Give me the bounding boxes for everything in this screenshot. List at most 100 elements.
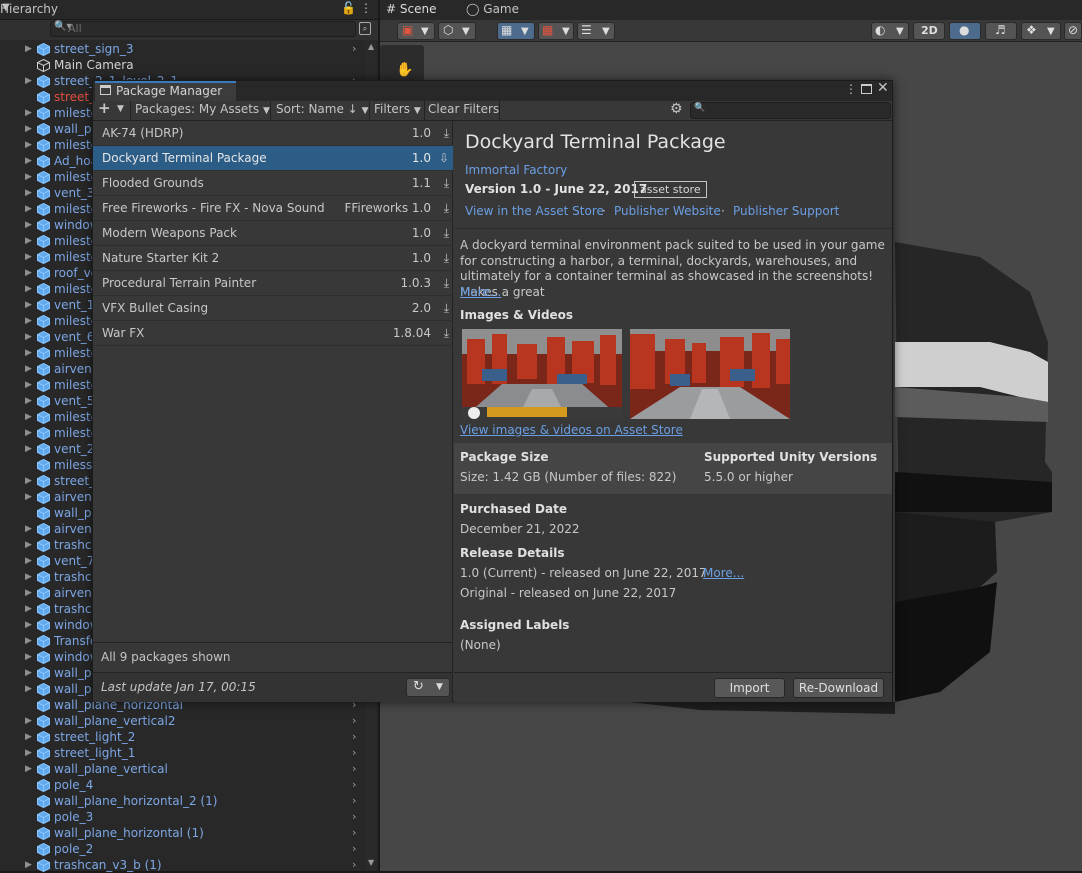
publisher-support-link[interactable]: Publisher Support	[733, 204, 839, 218]
expand-arrow-icon[interactable]: ▶	[25, 761, 32, 777]
expand-arrow-icon[interactable]: ▶	[25, 665, 32, 681]
package-list-item[interactable]: AK-74 (HDRP) 1.0 ⤓	[93, 121, 453, 146]
expand-arrow-icon[interactable]: ▶	[25, 617, 32, 633]
screenshot-thumbnail-1[interactable]	[462, 329, 622, 419]
gear-icon[interactable]: ⚙	[670, 101, 683, 117]
package-list-item[interactable]: Nature Starter Kit 2 1.0 ⤓	[93, 246, 453, 271]
filters-dropdown[interactable]: Filters ▼	[374, 102, 421, 116]
package-list-item[interactable]: Free Fireworks - Fire FX - Nova Sound FFi…	[93, 196, 453, 221]
hierarchy-item[interactable]: Main Camera	[0, 57, 370, 73]
package-list-item[interactable]: Dockyard Terminal Package 1.0 ⇩	[93, 146, 453, 171]
view-images-link[interactable]: View images & videos on Asset Store	[460, 423, 683, 437]
expand-arrow-icon[interactable]: ▶	[25, 329, 32, 345]
expand-arrow-icon[interactable]: ▶	[25, 345, 32, 361]
expand-arrow-icon[interactable]: ▶	[25, 73, 32, 89]
sort-dropdown[interactable]: Sort: Name ↓ ▼	[276, 102, 368, 116]
expand-arrow-icon[interactable]: ▶	[25, 105, 32, 121]
packages-dropdown[interactable]: Packages: My Assets ▼	[135, 102, 270, 116]
expand-arrow-icon[interactable]: ▶	[25, 713, 32, 729]
expand-arrow-icon[interactable]: ▶	[25, 377, 32, 393]
search-filter-icon[interactable]: ⌕	[359, 22, 371, 35]
chevron-down-icon[interactable]: ▼	[117, 104, 124, 114]
expand-arrow-icon[interactable]: ▶	[25, 137, 32, 153]
pm-search-input[interactable]	[690, 102, 891, 119]
create-dropdown-icon[interactable]: ▼	[2, 2, 10, 13]
expand-arrow-icon[interactable]: ▶	[25, 553, 32, 569]
release-more-link[interactable]: More...	[703, 566, 744, 580]
expand-arrow-icon[interactable]: ▶	[25, 233, 32, 249]
chevron-right-icon[interactable]: ›	[352, 793, 356, 809]
view-in-asset-store-link[interactable]: View in the Asset Store	[465, 204, 604, 218]
scroll-down-icon[interactable]: ▼	[368, 858, 374, 867]
expand-arrow-icon[interactable]: ▶	[25, 521, 32, 537]
package-list-item[interactable]: Flooded Grounds 1.1 ⤓	[93, 171, 453, 196]
expand-arrow-icon[interactable]: ▶	[25, 569, 32, 585]
add-package-button[interactable]: +	[98, 99, 111, 117]
hierarchy-search-input[interactable]	[50, 21, 356, 37]
hierarchy-item[interactable]: ▶ street_light_2 ›	[0, 729, 370, 745]
hierarchy-item[interactable]: ▶ street_sign_3 ›	[0, 41, 370, 57]
redownload-button[interactable]: Re-Download	[793, 678, 884, 698]
chevron-right-icon[interactable]: ›	[352, 713, 356, 729]
expand-arrow-icon[interactable]: ▶	[25, 265, 32, 281]
expand-arrow-icon[interactable]: ▶	[25, 633, 32, 649]
chevron-down-icon[interactable]: ▼	[436, 682, 443, 692]
expand-arrow-icon[interactable]: ▶	[25, 153, 32, 169]
hierarchy-item[interactable]: ▶ wall_plane_vertical2 ›	[0, 713, 370, 729]
package-list-item[interactable]: War FX 1.8.04 ⤓	[93, 321, 453, 346]
hierarchy-item[interactable]: wall_plane_horizontal_2 (1) ›	[0, 793, 370, 809]
expand-arrow-icon[interactable]: ▶	[25, 313, 32, 329]
hierarchy-item[interactable]: pole_4 ›	[0, 777, 370, 793]
screenshot-thumbnail-2[interactable]	[630, 329, 790, 419]
more-options-icon[interactable]: ⋮	[360, 1, 372, 15]
expand-arrow-icon[interactable]: ▶	[25, 217, 32, 233]
expand-arrow-icon[interactable]: ▶	[25, 489, 32, 505]
publisher-link[interactable]: Immortal Factory	[465, 163, 567, 177]
hierarchy-item[interactable]: ▶ wall_plane_vertical ›	[0, 761, 370, 777]
package-list-item[interactable]: VFX Bullet Casing 2.0 ⤓	[93, 296, 453, 321]
more-options-icon[interactable]: ⋮	[845, 82, 857, 96]
clear-filters-button[interactable]: Clear Filters	[428, 102, 499, 116]
hand-tool-icon[interactable]: ✋	[396, 62, 413, 78]
expand-arrow-icon[interactable]: ▶	[25, 585, 32, 601]
expand-arrow-icon[interactable]: ▶	[25, 729, 32, 745]
maximize-icon[interactable]	[861, 84, 872, 94]
expand-arrow-icon[interactable]: ▶	[25, 681, 32, 697]
chevron-right-icon[interactable]: ›	[352, 841, 356, 857]
lock-icon[interactable]: 🔓	[341, 1, 356, 15]
expand-arrow-icon[interactable]: ▶	[25, 537, 32, 553]
hierarchy-item[interactable]: pole_3 ›	[0, 809, 370, 825]
expand-arrow-icon[interactable]: ▶	[25, 745, 32, 761]
expand-arrow-icon[interactable]: ▶	[25, 361, 32, 377]
expand-arrow-icon[interactable]: ▶	[25, 297, 32, 313]
chevron-right-icon[interactable]: ›	[352, 41, 356, 57]
expand-arrow-icon[interactable]: ▶	[25, 185, 32, 201]
package-list-item[interactable]: Modern Weapons Pack 1.0 ⤓	[93, 221, 453, 246]
chevron-right-icon[interactable]: ›	[352, 809, 356, 825]
expand-arrow-icon[interactable]: ▶	[25, 121, 32, 137]
expand-arrow-icon[interactable]: ▶	[25, 41, 32, 57]
scroll-up-icon[interactable]: ▲	[368, 42, 374, 51]
import-button[interactable]: Import	[714, 678, 785, 698]
package-list-item[interactable]: Procedural Terrain Painter 1.0.3 ⤓	[93, 271, 453, 296]
chevron-right-icon[interactable]: ›	[352, 745, 356, 761]
expand-arrow-icon[interactable]: ▶	[25, 409, 32, 425]
chevron-right-icon[interactable]: ›	[352, 761, 356, 777]
expand-arrow-icon[interactable]: ▶	[25, 281, 32, 297]
expand-arrow-icon[interactable]: ▶	[25, 441, 32, 457]
chevron-right-icon[interactable]: ›	[352, 825, 356, 841]
publisher-website-link[interactable]: Publisher Website	[614, 204, 721, 218]
expand-arrow-icon[interactable]: ▶	[25, 649, 32, 665]
expand-arrow-icon[interactable]: ▶	[25, 201, 32, 217]
tab-scene[interactable]: # Scene	[386, 2, 436, 16]
close-icon[interactable]: ✕	[877, 80, 889, 96]
expand-arrow-icon[interactable]: ▶	[25, 601, 32, 617]
tab-game[interactable]: ◯ Game	[466, 2, 519, 16]
hierarchy-item[interactable]: wall_plane_horizontal (1) ›	[0, 825, 370, 841]
chevron-right-icon[interactable]: ›	[352, 777, 356, 793]
hierarchy-item[interactable]: ▶ street_light_1 ›	[0, 745, 370, 761]
description-more-link[interactable]: More...	[460, 285, 501, 299]
hierarchy-item[interactable]: pole_2 ›	[0, 841, 370, 857]
expand-arrow-icon[interactable]: ▶	[25, 249, 32, 265]
expand-arrow-icon[interactable]: ▶	[25, 473, 32, 489]
